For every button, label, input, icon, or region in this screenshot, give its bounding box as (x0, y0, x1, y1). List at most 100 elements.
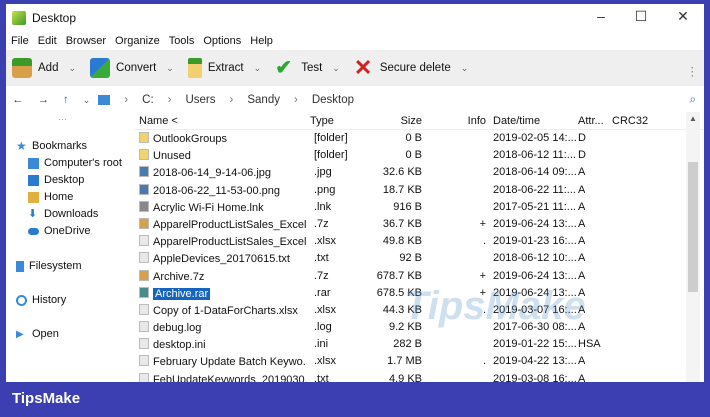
scrollbar-thumb[interactable] (688, 162, 698, 292)
file-attr: D (578, 149, 586, 162)
file-date: 2019-06-24 13:... (493, 217, 577, 230)
folder-icon (139, 132, 149, 143)
sidebar-item-history[interactable]: History (16, 294, 66, 306)
folder-icon (139, 149, 149, 161)
file-row[interactable]: February Update Batch Keywo... .xlsx 1.7… (134, 353, 704, 370)
file-type: .png (314, 183, 336, 196)
menu-organize[interactable]: Organize (115, 35, 160, 47)
sidebar-item-onedrive[interactable]: OneDrive (28, 225, 90, 237)
sidebar-item-bookmarks[interactable]: ★ Bookmarks (16, 140, 87, 153)
file-row[interactable]: desktop.ini .ini 282 B 2019-01-22 15:...… (134, 336, 704, 353)
column-attr[interactable]: Attr... (578, 115, 604, 127)
breadcrumb-c[interactable]: C: (142, 94, 154, 106)
file-type: .jpg (314, 166, 332, 179)
chevron-down-icon[interactable]: ⌄ (166, 63, 174, 74)
file-rows: OutlookGroups [folder] 0 B 2019-02-05 14… (134, 130, 704, 382)
file-attr: A (578, 269, 586, 282)
chevron-down-icon[interactable]: ⌄ (254, 63, 262, 74)
toolbar: Add ⌄ Convert ⌄ Extract ⌄ ✔ Test ⌄ ✕ Secure de… (6, 50, 704, 86)
convert-button[interactable]: Convert ⌄ (90, 58, 174, 78)
file-name: FebUpdateKeywords_2019030... (153, 373, 307, 382)
file-date: 2019-01-23 16:... (493, 235, 577, 248)
computer-icon[interactable] (98, 95, 111, 105)
file-size: 0 B (405, 132, 422, 144)
title-bar: Desktop – ☐ ✕ (6, 4, 704, 32)
history-dropdown-icon[interactable]: ⌄ (83, 95, 91, 106)
file-row[interactable]: AppleDevices_20170615.txt .txt 92 B 2018… (134, 250, 704, 267)
column-name[interactable]: Name < (139, 115, 178, 127)
secure-delete-button[interactable]: ✕ Secure delete ⌄ (354, 57, 469, 79)
menu-edit[interactable]: Edit (38, 35, 57, 47)
file-icon (139, 235, 149, 247)
sidebar-more[interactable]: ··· (58, 114, 67, 124)
sidebar-item-downloads[interactable]: ⬇ Downloads (28, 208, 98, 220)
more-options-icon[interactable]: ⋮ (687, 64, 699, 78)
forward-arrow-icon[interactable]: → (38, 94, 50, 106)
menu-browser[interactable]: Browser (66, 35, 106, 47)
menu-options[interactable]: Options (203, 35, 241, 47)
minimize-button[interactable]: – (586, 8, 616, 24)
file-row[interactable]: ApparelProductListSales_Excel... .xlsx 4… (134, 233, 704, 250)
file-size: 0 B (405, 149, 422, 162)
test-button[interactable]: ✔ Test ⌄ (275, 58, 340, 78)
breadcrumb-desktop[interactable]: Desktop (312, 94, 354, 106)
column-crc32[interactable]: CRC32 (612, 115, 648, 127)
file-size: 282 B (393, 338, 422, 351)
file-row[interactable]: OutlookGroups [folder] 0 B 2019-02-05 14… (134, 130, 704, 147)
sidebar-item-filesystem[interactable]: Filesystem (16, 260, 82, 272)
file-type: .xlsx (314, 303, 336, 316)
file-size: 32.6 KB (382, 166, 422, 179)
chevron-down-icon[interactable]: ⌄ (68, 63, 76, 74)
file-name: Archive.7z (153, 270, 205, 283)
up-arrow-icon[interactable]: ↑ (63, 94, 69, 106)
back-arrow-icon[interactable]: ← (12, 94, 24, 106)
file-size: 916 B (393, 200, 422, 213)
file-size: 36.7 KB (382, 217, 422, 230)
maximize-button[interactable]: ☐ (626, 8, 656, 25)
file-row[interactable]: Unused [folder] 0 B 2018-06-12 11:... D (134, 147, 704, 164)
file-row[interactable]: FebUpdateKeywords_2019030... .txt 4.9 KB… (134, 371, 704, 382)
menu-tools[interactable]: Tools (169, 35, 195, 47)
convert-icon (90, 58, 111, 78)
close-button[interactable]: ✕ (668, 8, 698, 25)
file-row[interactable]: Acrylic Wi-Fi Home.lnk .lnk 916 B 2017-0… (134, 199, 704, 216)
home-icon (28, 191, 39, 203)
file-row[interactable]: 2018-06-22_11-53-00.png .png 18.7 KB 201… (134, 182, 704, 199)
menu-help[interactable]: Help (250, 35, 273, 47)
column-type[interactable]: Type (310, 115, 334, 127)
file-icon (139, 252, 149, 264)
app-window: Desktop – ☐ ✕ File Edit Browser Organize… (6, 4, 704, 382)
extract-button[interactable]: Extract ⌄ (187, 58, 262, 78)
rar-icon (139, 286, 149, 298)
search-icon[interactable]: ⌕ (690, 94, 696, 107)
breadcrumb-sandy[interactable]: Sandy (247, 94, 280, 106)
file-row[interactable]: 2018-06-14_9-14-06.jpg .jpg 32.6 KB 2018… (134, 164, 704, 181)
menu-file[interactable]: File (11, 35, 29, 47)
file-attr: A (578, 235, 586, 248)
file-size: 18.7 KB (382, 183, 422, 196)
file-row[interactable]: Archive.7z .7z 678.7 KB + 2019-06-24 13:… (134, 268, 704, 285)
file-name: ApparelProductListSales_Excel... (153, 218, 307, 231)
sidebar-item-open[interactable]: ▶ Open (16, 328, 59, 340)
drive-icon (16, 260, 24, 272)
scroll-up-icon[interactable]: ▲ (689, 114, 697, 123)
chevron-down-icon[interactable]: ⌄ (461, 63, 469, 74)
file-row[interactable]: ApparelProductListSales_Excel... .7z 36.… (134, 216, 704, 233)
file-name: Acrylic Wi-Fi Home.lnk (153, 201, 264, 214)
column-info[interactable]: Info (434, 115, 486, 127)
column-date[interactable]: Date/time (493, 115, 540, 127)
menu-bar: File Edit Browser Organize Tools Options… (6, 32, 704, 50)
file-attr: A (578, 252, 586, 265)
vertical-scrollbar[interactable]: ▲ (686, 112, 700, 382)
file-attr: A (578, 355, 586, 368)
add-box-icon (12, 58, 32, 78)
breadcrumb-users[interactable]: Users (185, 94, 215, 106)
file-date: 2018-06-12 11:... (493, 149, 576, 162)
sidebar-item-home[interactable]: Home (28, 191, 73, 203)
sidebar-item-desktop[interactable]: Desktop (28, 174, 84, 186)
sidebar-item-computers-root[interactable]: Computer's root (28, 157, 122, 169)
column-size[interactable]: Size (364, 115, 422, 127)
chevron-down-icon[interactable]: ⌄ (332, 63, 340, 74)
file-type: .xlsx (314, 355, 336, 368)
add-button[interactable]: Add ⌄ (12, 58, 76, 78)
